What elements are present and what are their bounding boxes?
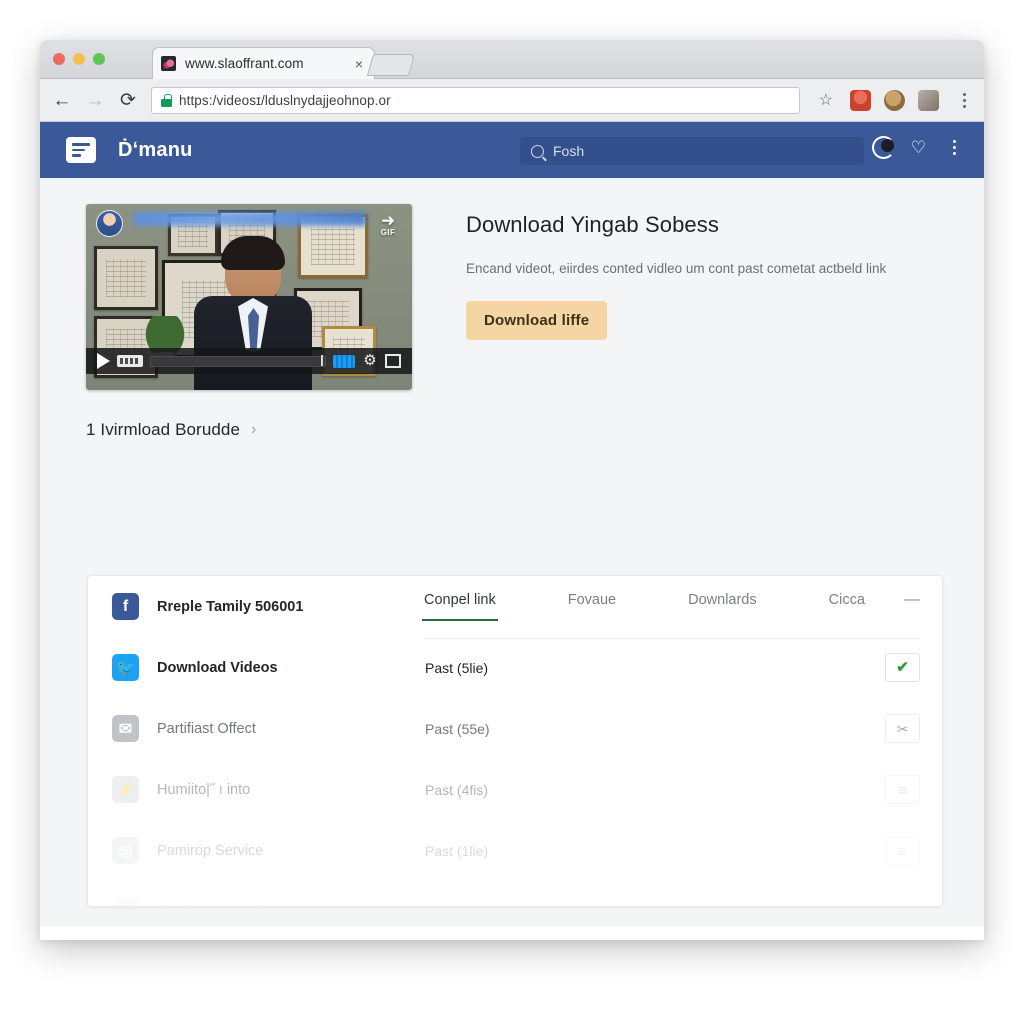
settings-icon[interactable]: ⚙ bbox=[362, 353, 378, 369]
row-name: Rreple Tamily 506001 bbox=[157, 598, 304, 615]
row-value: Past (4fis) bbox=[425, 781, 489, 798]
row-name: Finning Dectousice bbox=[157, 904, 425, 907]
search-input[interactable]: Fosh bbox=[520, 137, 864, 165]
share-label: GIF bbox=[380, 228, 396, 237]
address-bar-url: https:/videosɪ/lduslnydajjeohnop.or bbox=[179, 92, 391, 108]
stack-icon[interactable]: ≋ bbox=[885, 897, 920, 907]
scissors-glyph: ✂ bbox=[896, 720, 909, 737]
extension-brown-icon[interactable] bbox=[884, 89, 905, 111]
captions-icon[interactable] bbox=[333, 354, 355, 368]
section-title: 1 Ivirmload Borudde bbox=[86, 420, 241, 439]
close-tab-icon[interactable]: × bbox=[352, 57, 366, 71]
stack-icon[interactable]: ≋ bbox=[885, 775, 920, 804]
search-icon bbox=[531, 144, 544, 158]
browser-toolbar: ← → ⟳ https:/videosɪ/lduslnydajjeohnop.o… bbox=[40, 79, 984, 122]
minimize-window-button[interactable] bbox=[73, 53, 85, 65]
table-row[interactable]: f Rreple Tamily 506001 bbox=[88, 576, 942, 637]
heart-icon[interactable]: ♡ bbox=[911, 139, 926, 156]
page-title: Download Yingab Sobess bbox=[466, 212, 719, 237]
check-glyph: ✔ bbox=[896, 659, 909, 676]
forward-icon[interactable]: → bbox=[85, 90, 105, 110]
table-row[interactable]: 🐦 Download Videos Past (5lie) ✔ bbox=[88, 637, 942, 698]
stack-glyph: ≋ bbox=[897, 905, 909, 907]
progress-bar[interactable] bbox=[150, 354, 326, 367]
close-window-button[interactable] bbox=[53, 53, 65, 65]
bolt-icon: ⚡ bbox=[112, 776, 139, 803]
app-header-actions: ♡ bbox=[871, 136, 962, 159]
row-value: Past (1lie) bbox=[425, 842, 489, 859]
chevron-right-icon[interactable]: › bbox=[251, 421, 256, 439]
browser-tab-title: www.slaoffrant.com bbox=[185, 56, 304, 71]
lock-icon bbox=[161, 93, 172, 107]
site-favicon bbox=[161, 56, 176, 71]
row-value: Past (5lie) bbox=[425, 904, 885, 907]
table-row[interactable]: ✉ Partifiast Offect Past (55e) ✂ bbox=[88, 698, 942, 759]
stack-glyph: ≋ bbox=[896, 781, 909, 798]
back-icon[interactable]: ← bbox=[52, 90, 72, 110]
row-name: Pamirop Service bbox=[157, 842, 264, 859]
screenshot-root: www.slaoffrant.com × ← → ⟳ https:/videos… bbox=[0, 0, 1024, 1024]
address-bar[interactable]: https:/videosɪ/lduslnydajjeohnop.or bbox=[151, 86, 800, 114]
row-name: Partifiast Offect bbox=[157, 720, 256, 737]
facebook-icon: f bbox=[112, 593, 139, 620]
download-button[interactable]: Download liffe bbox=[466, 300, 608, 340]
stack-glyph: ≋ bbox=[896, 842, 909, 859]
document-lines-icon[interactable] bbox=[66, 137, 96, 163]
downloads-list: f Rreple Tamily 506001 🐦 Download Videos… bbox=[88, 576, 942, 907]
search-input-value: Fosh bbox=[553, 143, 585, 159]
video-player[interactable]: ➜ GIF ⚙ bbox=[86, 204, 412, 390]
avatar bbox=[96, 210, 123, 237]
check-icon[interactable]: ✔ bbox=[885, 653, 920, 682]
play-icon[interactable] bbox=[97, 353, 110, 369]
cloud-icon: ☁ bbox=[112, 898, 139, 906]
reload-icon[interactable]: ⟳ bbox=[118, 90, 138, 110]
section-header[interactable]: 1 Ivirmload Borudde › bbox=[40, 390, 984, 440]
share-icon[interactable]: ➜ GIF bbox=[376, 211, 400, 237]
refresh-circle-icon[interactable] bbox=[871, 136, 895, 159]
mail-icon: ✉ bbox=[112, 715, 139, 742]
browser-menu-icon[interactable] bbox=[956, 92, 972, 108]
browser-window: www.slaoffrant.com × ← → ⟳ https:/videos… bbox=[40, 40, 984, 940]
maximize-window-button[interactable] bbox=[93, 53, 105, 65]
row-name: Humiito|˝ ı into bbox=[157, 781, 251, 798]
page-subtitle: Encand videot, eiirdes conted vidleo um … bbox=[466, 261, 887, 276]
bookmark-star-icon[interactable]: ☆ bbox=[819, 90, 833, 110]
twitter-icon: 🐦 bbox=[112, 654, 139, 681]
fullscreen-icon[interactable] bbox=[385, 354, 401, 368]
overflow-menu-icon[interactable] bbox=[946, 140, 962, 155]
app-header: Ḋʻmanu Fosh ♡ bbox=[40, 122, 984, 178]
table-row[interactable]: ☁ Finning Dectousice Past (5lie) ≋ bbox=[88, 881, 942, 907]
row-value: Past (55e) bbox=[425, 720, 490, 737]
brand-title: Ḋʻmanu bbox=[118, 138, 193, 161]
video-overlay-title bbox=[134, 212, 366, 226]
table-row[interactable]: ⚡ Humiito|˝ ı into Past (4fis) ≋ bbox=[88, 759, 942, 820]
browser-tab-strip: www.slaoffrant.com × bbox=[40, 40, 984, 79]
row-name: Download Videos bbox=[157, 659, 278, 676]
video-controls: ⚙ bbox=[86, 348, 412, 374]
stack-icon[interactable]: ≋ bbox=[885, 836, 920, 865]
hero-section: ➜ GIF ⚙ Download Yingab Sobess Encand vid… bbox=[40, 178, 984, 390]
page-body: ➜ GIF ⚙ Download Yingab Sobess Encand vid… bbox=[40, 178, 984, 926]
extension-red-icon[interactable] bbox=[850, 89, 871, 111]
new-tab-button[interactable] bbox=[366, 54, 416, 76]
window-traffic-lights[interactable] bbox=[53, 53, 105, 65]
extension-gray-icon[interactable] bbox=[918, 89, 939, 111]
scissors-icon[interactable]: ✂ bbox=[885, 714, 920, 743]
camera-icon: ◎ bbox=[112, 837, 139, 864]
table-row[interactable]: ◎ Pamirop Service Past (1lie) ≋ bbox=[88, 820, 942, 881]
row-value: Past (5lie) bbox=[425, 659, 489, 676]
hero-info: Download Yingab Sobess Encand videot, ei… bbox=[466, 204, 886, 390]
browser-tab[interactable]: www.slaoffrant.com × bbox=[152, 47, 375, 79]
downloads-card: Conpel link Fovaue Downlards Cicca — f R… bbox=[87, 575, 943, 907]
video-timestamp bbox=[117, 355, 143, 367]
